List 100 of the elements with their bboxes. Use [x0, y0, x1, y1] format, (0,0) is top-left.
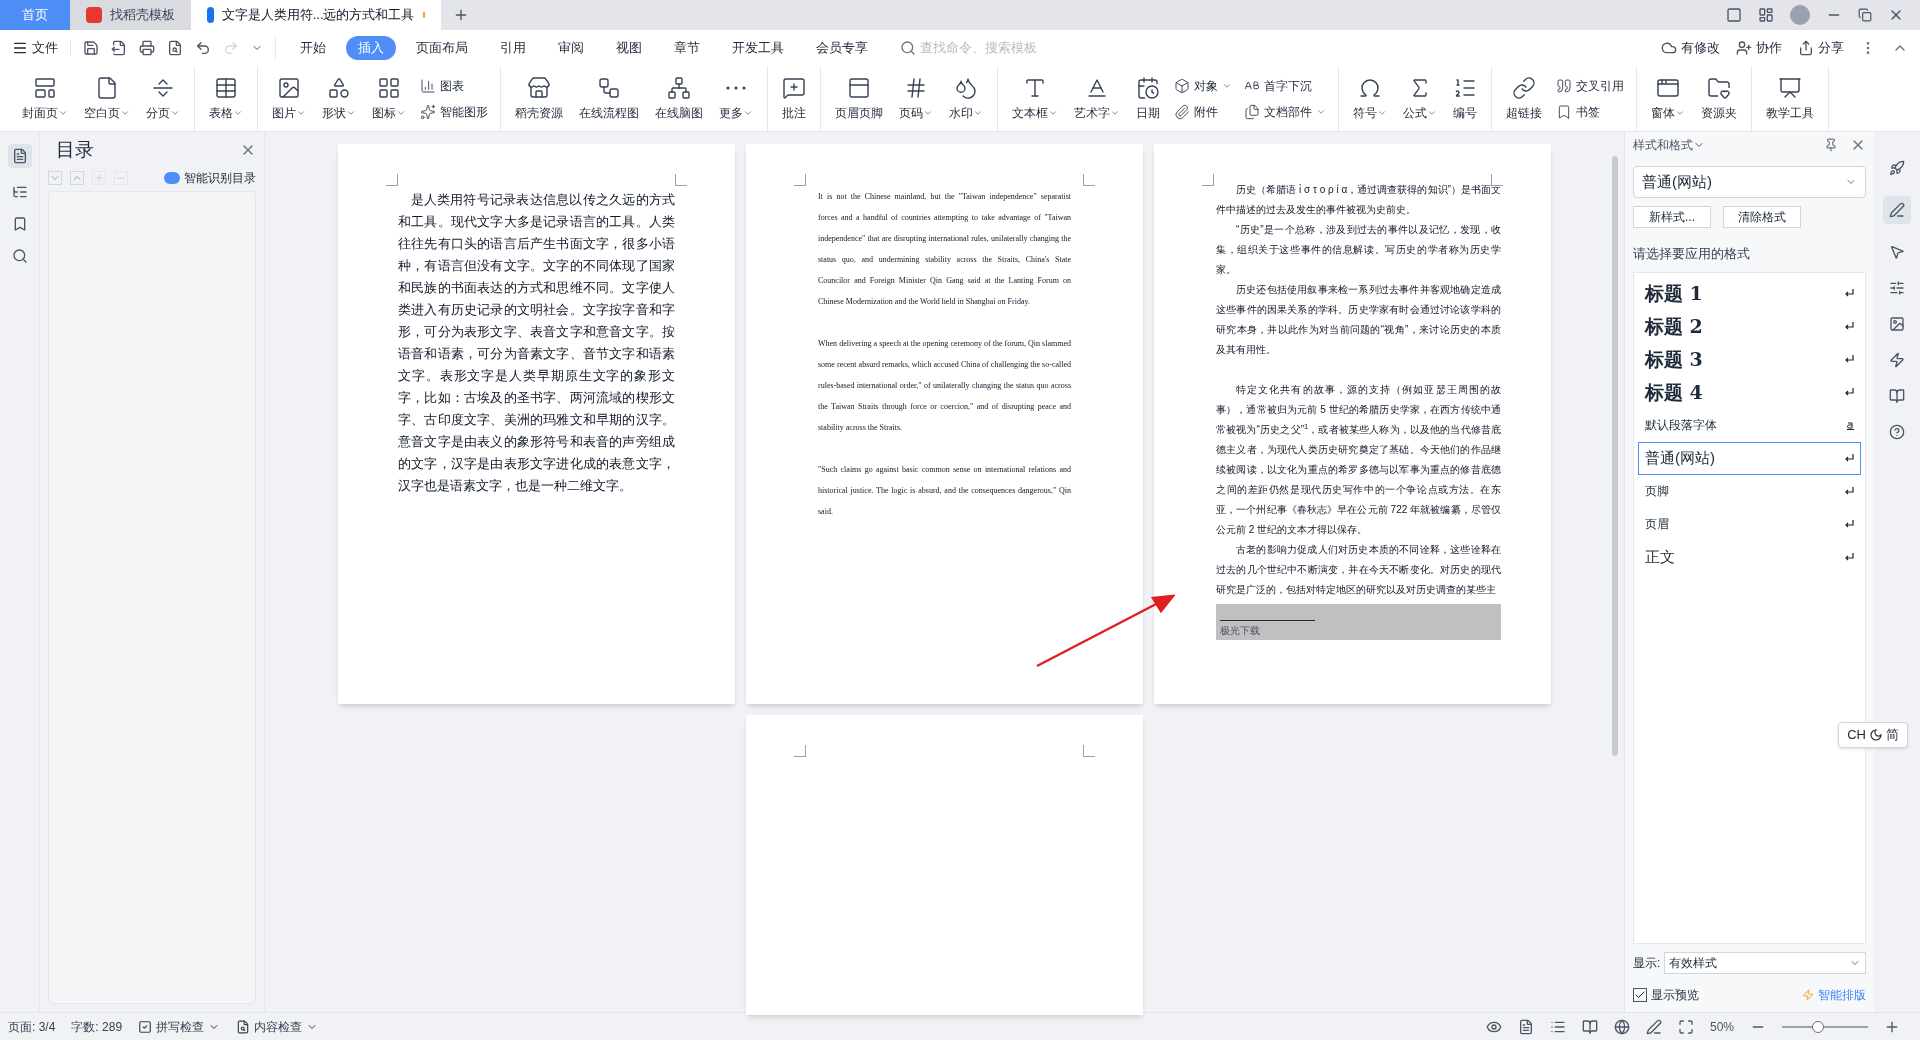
ribbon-button[interactable]: 封面页 [16, 66, 74, 131]
ribbon-tab[interactable]: 视图 [604, 36, 654, 60]
undo-icon[interactable] [195, 40, 211, 56]
pen-icon[interactable] [1645, 1018, 1662, 1035]
web-view-icon[interactable] [1613, 1018, 1630, 1035]
preview-checkbox[interactable] [1633, 988, 1647, 1002]
ribbon-button[interactable]: 图片 [266, 66, 312, 131]
current-style-dropdown[interactable]: 普通(网站) [1633, 166, 1866, 198]
ribbon-button[interactable]: 文档部件 [1244, 102, 1326, 121]
content-check-button[interactable]: 内容检查 [236, 1017, 319, 1036]
search-icon[interactable] [11, 248, 28, 264]
fit-icon[interactable] [1677, 1018, 1694, 1035]
ribbon-button[interactable]: 日期 [1130, 66, 1166, 131]
chapters-icon[interactable] [11, 184, 28, 200]
restore-icon[interactable] [1858, 8, 1872, 22]
header-action[interactable]: 有修改 [1661, 38, 1720, 58]
grid-icon[interactable] [1758, 7, 1774, 23]
style-item[interactable]: 标题 2 [1638, 309, 1861, 343]
ribbon-button[interactable]: 艺术字 [1068, 66, 1126, 131]
ribbon-button[interactable]: 附件 [1174, 102, 1232, 121]
style-item[interactable]: 标题 1 [1638, 276, 1861, 310]
ribbon-button[interactable]: 空白页 [78, 66, 136, 131]
zoom-slider-thumb[interactable] [1811, 1020, 1824, 1033]
style-item[interactable]: 标题 4 [1638, 375, 1861, 409]
style-item[interactable]: 页脚 [1638, 474, 1861, 508]
ribbon-button[interactable]: 对象 [1174, 76, 1232, 95]
zoom-level[interactable]: 50% [1709, 1017, 1734, 1036]
ribbon-button[interactable]: 教学工具 [1760, 66, 1820, 131]
pointer-icon[interactable] [1889, 244, 1905, 260]
ribbon-tab[interactable]: 开发工具 [720, 36, 796, 60]
ribbon-button[interactable]: 更多 [713, 66, 759, 131]
ribbon-button[interactable]: 超链接 [1500, 66, 1548, 131]
ribbon-button[interactable]: 资源夹 [1695, 66, 1743, 131]
ribbon-tab[interactable]: 开始 [288, 36, 338, 60]
ribbon-button[interactable]: 智能图形 [420, 102, 488, 121]
ribbon-tab[interactable]: 会员专享 [804, 36, 880, 60]
ribbon-button[interactable]: 水印 [943, 66, 989, 131]
zoom-slider[interactable] [1782, 1020, 1868, 1033]
save-icon[interactable] [83, 40, 99, 56]
style-item[interactable]: 默认段落字体 [1638, 408, 1861, 442]
command-search-field[interactable]: 查找命令、搜索模板 [900, 38, 1060, 58]
page-view-icon[interactable] [1517, 1018, 1534, 1035]
ribbon-button[interactable]: 公式 [1397, 66, 1443, 131]
scrollbar-thumb[interactable] [1612, 156, 1618, 756]
print-icon[interactable] [139, 40, 155, 56]
ribbon-button[interactable]: 稻壳资源 [509, 66, 569, 131]
style-button[interactable]: 新样式... [1633, 206, 1711, 228]
ribbon-button[interactable]: 窗体 [1645, 66, 1691, 131]
smart-layout-link[interactable]: 智能排版 [1802, 986, 1866, 1004]
style-button[interactable]: 清除格式 [1723, 206, 1801, 228]
ribbon-tab[interactable]: 审阅 [546, 36, 596, 60]
header-action[interactable]: 协作 [1736, 38, 1782, 58]
ribbon-button[interactable]: 分页 [140, 66, 186, 131]
ribbon-button[interactable]: 批注 [776, 66, 812, 131]
ribbon-button[interactable]: 首字下沉 [1244, 76, 1326, 95]
ribbon-button[interactable]: 交叉引用 [1556, 76, 1624, 95]
style-item[interactable]: 标题 3 [1638, 342, 1861, 376]
lightning-icon[interactable] [1889, 352, 1905, 368]
style-item[interactable]: 普通(网站) [1638, 441, 1861, 475]
export-icon[interactable] [111, 40, 127, 56]
sliders-icon[interactable] [1889, 280, 1905, 296]
document-tab[interactable]: 找稻壳模板 [70, 0, 191, 30]
print-preview-icon[interactable] [167, 40, 183, 56]
ribbon-tab[interactable]: 引用 [488, 36, 538, 60]
header-action[interactable]: 分享 [1798, 38, 1844, 58]
menu-icon [12, 40, 28, 56]
picture-icon[interactable] [1889, 316, 1905, 332]
paragraph: 古老的影响力促成人们对历史本质的不同诠释，这些诠释在过去的几个世纪中不断演变，并在今天不断变化。对历史的现代研究是广泛的，包括对特定地区的研究以及对历史调查的某些主 [1216, 543, 1501, 597]
style-item[interactable]: 正文 [1638, 540, 1861, 574]
style-item[interactable]: 页眉 [1638, 507, 1861, 541]
ribbon-button[interactable]: 图表 [420, 76, 488, 95]
pin-icon[interactable] [1824, 138, 1838, 152]
ribbon-button[interactable]: 符号 [1347, 66, 1393, 131]
reading-view-icon[interactable] [1581, 1018, 1598, 1035]
ribbon-button[interactable]: 表格 [203, 66, 249, 131]
spell-check-button[interactable]: 拼写检查 [138, 1017, 221, 1036]
ribbon-button[interactable]: 书签 [1556, 102, 1624, 121]
reading-mode-icon[interactable] [1726, 7, 1742, 23]
smart-toc-button[interactable]: 智能识别目录 [164, 168, 256, 187]
ribbon-tab[interactable]: 页面布局 [404, 36, 480, 60]
book-icon[interactable] [1889, 388, 1905, 404]
document-tab[interactable]: 文字是人类用符...远的方式和工具 [191, 0, 441, 30]
ribbon-button[interactable]: 形状 [316, 66, 362, 131]
rocket-icon[interactable] [1889, 160, 1905, 176]
ribbon-button[interactable]: 图标 [366, 66, 412, 131]
ime-indicator[interactable]: CH 简 [1838, 722, 1908, 748]
ribbon-button[interactable]: 编号 [1447, 66, 1483, 131]
search-icon [900, 40, 916, 56]
pen-icon[interactable] [1889, 202, 1905, 218]
file-menu[interactable]: 文件 [12, 38, 58, 58]
outline-icon[interactable] [11, 148, 28, 164]
ribbon-button[interactable]: 页眉页脚 [829, 66, 889, 131]
help-icon[interactable] [1889, 424, 1905, 440]
new-tab-icon[interactable] [453, 7, 469, 23]
ribbon-button[interactable]: 在线脑图 [649, 66, 709, 131]
ribbon-button[interactable]: 页码 [893, 66, 939, 131]
ribbon-button[interactable]: 文本框 [1006, 66, 1064, 131]
ribbon-button[interactable]: 在线流程图 [573, 66, 645, 131]
ribbon-tab[interactable]: 章节 [662, 36, 712, 60]
show-filter-dropdown[interactable]: 有效样式 [1664, 952, 1866, 974]
